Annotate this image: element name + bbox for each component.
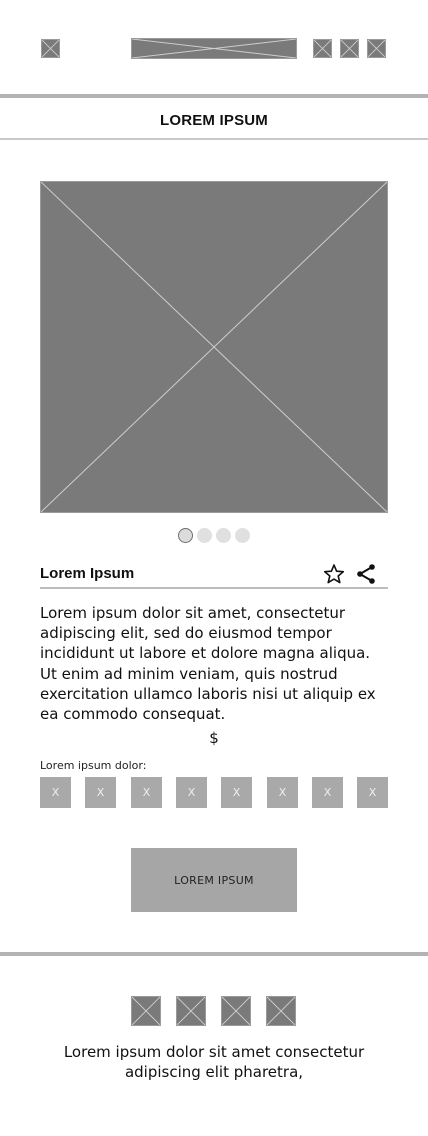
option-swatch-8[interactable]: X — [357, 777, 388, 808]
social-icon-2[interactable] — [176, 996, 206, 1026]
product-title: Lorem Ipsum — [40, 565, 135, 582]
options-label: Lorem ipsum dolor: — [40, 759, 147, 772]
menu-icon[interactable] — [41, 39, 60, 58]
carousel-dot-3[interactable] — [216, 528, 231, 543]
carousel-dot-4[interactable] — [235, 528, 250, 543]
carousel-dot-1[interactable] — [178, 528, 193, 543]
logo[interactable] — [131, 38, 297, 59]
option-swatch-5[interactable]: X — [221, 777, 252, 808]
social-icon-1[interactable] — [131, 996, 161, 1026]
account-icon[interactable] — [340, 39, 359, 58]
option-swatch-6[interactable]: X — [267, 777, 298, 808]
share-icon[interactable] — [355, 563, 377, 585]
option-swatch-1[interactable]: X — [40, 777, 71, 808]
carousel-dot-2[interactable] — [197, 528, 212, 543]
social-icon-4[interactable] — [266, 996, 296, 1026]
footer-text: Lorem ipsum dolor sit amet consectetur a… — [63, 1043, 365, 1081]
product-image[interactable] — [40, 181, 388, 513]
social-icon-3[interactable] — [221, 996, 251, 1026]
cart-icon[interactable] — [367, 39, 386, 58]
search-icon[interactable] — [313, 39, 332, 58]
product-description: Lorem ipsum dolor sit amet, consectetur … — [40, 604, 376, 724]
product-price: $ — [209, 729, 219, 747]
option-swatch-7[interactable]: X — [312, 777, 343, 808]
page-title: LOREM IPSUM — [159, 112, 269, 129]
star-icon[interactable] — [323, 563, 345, 585]
option-swatch-4[interactable]: X — [176, 777, 207, 808]
option-swatch-2[interactable]: X — [85, 777, 116, 808]
footer-divider — [0, 952, 428, 956]
option-swatch-3[interactable]: X — [131, 777, 162, 808]
product-title-divider — [40, 587, 388, 589]
add-to-cart-button[interactable]: LOREM IPSUM — [131, 848, 297, 912]
